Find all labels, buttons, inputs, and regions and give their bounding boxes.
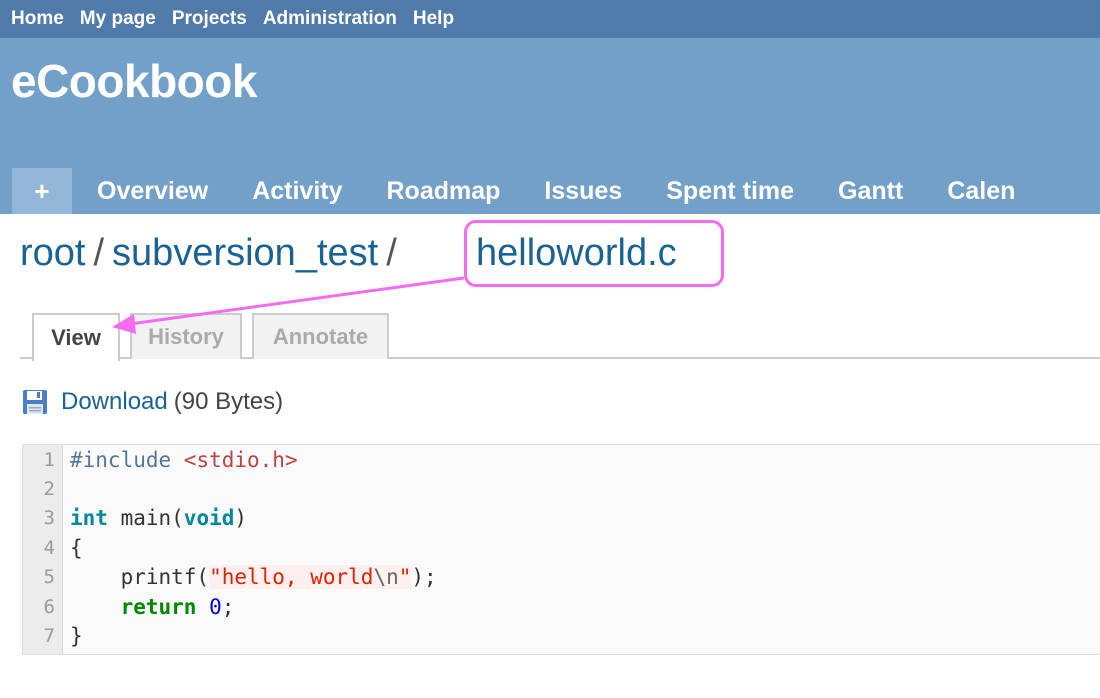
breadcrumb-file-link[interactable]: helloworld.c xyxy=(476,232,677,275)
tab-spent-time[interactable]: Spent time xyxy=(666,168,794,214)
code-token: #include xyxy=(70,447,184,472)
tab-calendar[interactable]: Calen xyxy=(947,168,1015,214)
code-token: ) xyxy=(234,505,248,530)
code-line: 3 int main(void) xyxy=(23,503,1100,532)
line-number: 3 xyxy=(43,506,55,529)
line-number: 2 xyxy=(43,477,55,500)
line-number: 7 xyxy=(43,624,55,647)
breadcrumb: root / subversion_test / xyxy=(20,232,405,275)
tab-issues[interactable]: Issues xyxy=(544,168,622,214)
save-disk-icon xyxy=(23,390,47,414)
code-token: void xyxy=(183,505,235,530)
code-token: printf( xyxy=(70,564,210,589)
breadcrumb-separator: / xyxy=(93,232,105,274)
line-number: 1 xyxy=(43,448,55,471)
line-number: 5 xyxy=(43,565,55,588)
line-number: 6 xyxy=(43,595,55,618)
code-token: "hello, world xyxy=(209,564,374,589)
code-token: <stdio.h> xyxy=(183,447,298,472)
code-line: 4 { xyxy=(23,533,1100,562)
code-token: ; xyxy=(221,594,235,619)
top-menu-administration[interactable]: Administration xyxy=(263,8,397,30)
header: eCookbook + Overview Activity Roadmap Is… xyxy=(0,38,1100,214)
code-line: 7 } xyxy=(23,621,1100,650)
top-menu-projects[interactable]: Projects xyxy=(172,8,247,30)
main-menu: + Overview Activity Roadmap Issues Spent… xyxy=(12,168,1059,214)
code-line: 2 xyxy=(23,474,1100,503)
tab-roadmap[interactable]: Roadmap xyxy=(387,168,501,214)
code-token: " xyxy=(398,564,412,589)
top-menu: Home My page Projects Administration Hel… xyxy=(0,0,1100,38)
code-line: 5 printf("hello, world\n"); xyxy=(23,562,1100,591)
code-token: { xyxy=(70,535,83,560)
file-size: (90 Bytes) xyxy=(173,388,284,415)
top-menu-my-page[interactable]: My page xyxy=(80,8,156,30)
download-row: Download (90 Bytes) xyxy=(22,388,283,416)
tab-activity[interactable]: Activity xyxy=(252,168,342,214)
code-line: 1 #include <stdio.h> xyxy=(23,445,1100,474)
code-line: 6 return 0; xyxy=(23,592,1100,621)
tab-history[interactable]: History xyxy=(130,313,242,359)
code-token: int xyxy=(70,505,108,530)
tab-overview[interactable]: Overview xyxy=(97,168,208,214)
tab-gantt[interactable]: Gantt xyxy=(838,168,903,214)
breadcrumb-separator: / xyxy=(386,232,397,274)
site-title[interactable]: eCookbook xyxy=(11,54,257,108)
new-object-button[interactable]: + xyxy=(12,168,72,214)
top-menu-home[interactable]: Home xyxy=(11,8,64,30)
tab-view[interactable]: View xyxy=(32,313,120,361)
code-token: } xyxy=(70,623,83,648)
code-token: 0 xyxy=(209,594,222,619)
code-viewer: 1 #include <stdio.h> 2 3 int main(void) … xyxy=(22,444,1100,655)
code-token: main( xyxy=(107,505,184,530)
breadcrumb-root-link[interactable]: root xyxy=(20,232,85,274)
download-link[interactable]: Download xyxy=(61,388,168,416)
top-menu-help[interactable]: Help xyxy=(413,8,454,30)
breadcrumb-repo-link[interactable]: subversion_test xyxy=(112,232,378,274)
code-token: return xyxy=(120,594,197,619)
line-number: 4 xyxy=(43,536,55,559)
code-token: \n xyxy=(373,564,399,589)
code-token: ); xyxy=(411,564,437,589)
tab-annotate[interactable]: Annotate xyxy=(252,313,389,359)
